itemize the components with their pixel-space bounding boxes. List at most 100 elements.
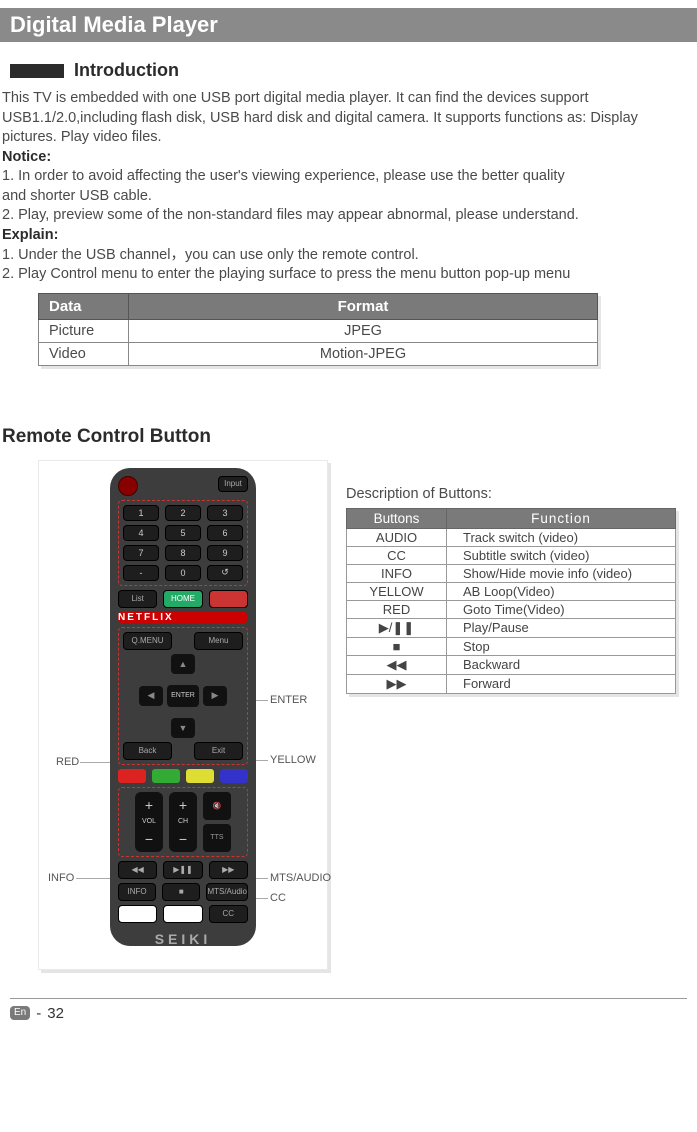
label-red: RED [56,756,79,768]
btn-cell: YELLOW [347,582,447,600]
rewind-icon: ◀◀ [118,861,157,879]
dpad-group: Q.MENU Menu ▲ ▼ ◀ ▶ ENTER Back Exi [118,627,248,765]
func-cell: Goto Time(Video) [447,600,676,618]
yellow-color-button [186,769,214,783]
btn-cell-playpause-icon: ▶/❚❚ [347,618,447,637]
info-button: INFO [118,883,156,901]
num-7: 7 [123,545,159,561]
vol-down-icon: − [145,832,153,846]
table-row: AUDIOTrack switch (video) [347,528,676,546]
dpad-right-icon: ▶ [203,686,227,706]
btn-cell: CC [347,546,447,564]
footer-divider [10,998,687,999]
label-mts-audio: MTS/AUDIO [270,872,331,884]
pandora-button-icon [163,905,202,923]
btn-table-header-buttons: Buttons [347,508,447,528]
btn-cell: AUDIO [347,528,447,546]
tts-button: TTS [203,824,231,852]
table-row: CCSubtitle switch (video) [347,546,676,564]
func-cell: Stop [447,637,676,655]
list-button: List [118,590,157,608]
table-row: YELLOWAB Loop(Video) [347,582,676,600]
blue-color-button [220,769,248,783]
page-footer: En - 32 [10,1005,687,1022]
func-cell: Forward [447,674,676,693]
numpad-group: 1 2 3 4 5 6 7 8 9 - [118,500,248,586]
vudu-button-icon [118,905,157,923]
num-0: 0 [165,565,201,581]
num-5: 5 [165,525,201,541]
explain-item-2: 2. Play Control menu to enter the playin… [2,265,687,285]
label-cc: CC [270,892,286,904]
mute-icon: 🔇 [203,792,231,820]
footer-dash: - [36,1005,41,1022]
page-number: 32 [47,1005,64,1022]
table-row: INFOShow/Hide movie info (video) [347,564,676,582]
table-row: Picture JPEG [39,319,598,342]
num-8: 8 [165,545,201,561]
button-function-table: Buttons Function AUDIOTrack switch (vide… [346,508,676,694]
func-cell: Subtitle switch (video) [447,546,676,564]
remote-section-heading: Remote Control Button [2,426,687,448]
label-yellow: YELLOW [270,754,316,766]
page-title-bar: Digital Media Player [0,8,697,42]
introduction-text: This TV is embedded with one USB port di… [2,89,687,285]
table-row: Video Motion-JPEG [39,342,598,365]
num-1: 1 [123,505,159,521]
btn-cell: RED [347,600,447,618]
vol-up-icon: + [145,798,153,812]
ch-down-icon: − [179,832,187,846]
btn-cell-stop-icon: ■ [347,637,447,655]
cell-format: Motion-JPEG [129,342,598,365]
num-3: 3 [207,505,243,521]
explain-label: Explain: [2,226,687,246]
btn-table-header-function: Function [447,508,676,528]
back-button: Back [123,742,172,760]
dpad-up-icon: ▲ [171,654,195,674]
cell-data: Video [39,342,129,365]
num-dash: - [123,565,159,581]
table-row: ◀◀Backward [347,655,676,674]
remote-brand-label: SEIKI [155,931,212,947]
playpause-icon: ▶❚❚ [163,861,202,879]
mts-audio-button: MTS/Audio [206,883,248,901]
netflix-button: NETFLIX [118,612,248,623]
table-row: REDGoto Time(Video) [347,600,676,618]
num-4: 4 [123,525,159,541]
num-9: 9 [207,545,243,561]
stop-icon: ■ [162,883,200,901]
vol-rocker: + VOL − [135,792,163,852]
remote-illustration: ENTER YELLOW RED INFO MTS/AUDIO CC Input [38,460,328,970]
table-row: ▶▶Forward [347,674,676,693]
input-button: Input [218,476,248,492]
enter-button: ENTER [167,685,199,707]
func-cell: Backward [447,655,676,674]
notice-label: Notice: [2,148,687,168]
btn-cell-backward-icon: ◀◀ [347,655,447,674]
format-table-header-data: Data [39,293,129,319]
num-return-icon: ↺ [207,565,243,581]
cc-button: CC [209,905,248,923]
color-buttons-row [118,769,248,783]
red-color-button [118,769,146,783]
ch-rocker: + CH − [169,792,197,852]
remote-body: Input 1 2 3 4 5 6 7 8 [110,468,256,946]
func-cell: Play/Pause [447,618,676,637]
exit-button: Exit [194,742,243,760]
explain-item-1: 1. Under the USB channel，you can use onl… [2,246,687,266]
section-title: Introduction [74,60,179,81]
func-cell: Show/Hide movie info (video) [447,564,676,582]
cell-data: Picture [39,319,129,342]
btn-cell-forward-icon: ▶▶ [347,674,447,693]
table-row: ■Stop [347,637,676,655]
vol-label: VOL [142,818,156,825]
format-table: Data Format Picture JPEG Video Motion-JP… [38,293,598,366]
forward-icon: ▶▶ [209,861,248,879]
ch-up-icon: + [179,798,187,812]
notice-item-1: 1. In order to avoid affecting the user'… [2,167,687,187]
dpad-down-icon: ▼ [171,718,195,738]
green-color-button [152,769,180,783]
home-button: HOME [163,590,202,608]
num-2: 2 [165,505,201,521]
cell-format: JPEG [129,319,598,342]
